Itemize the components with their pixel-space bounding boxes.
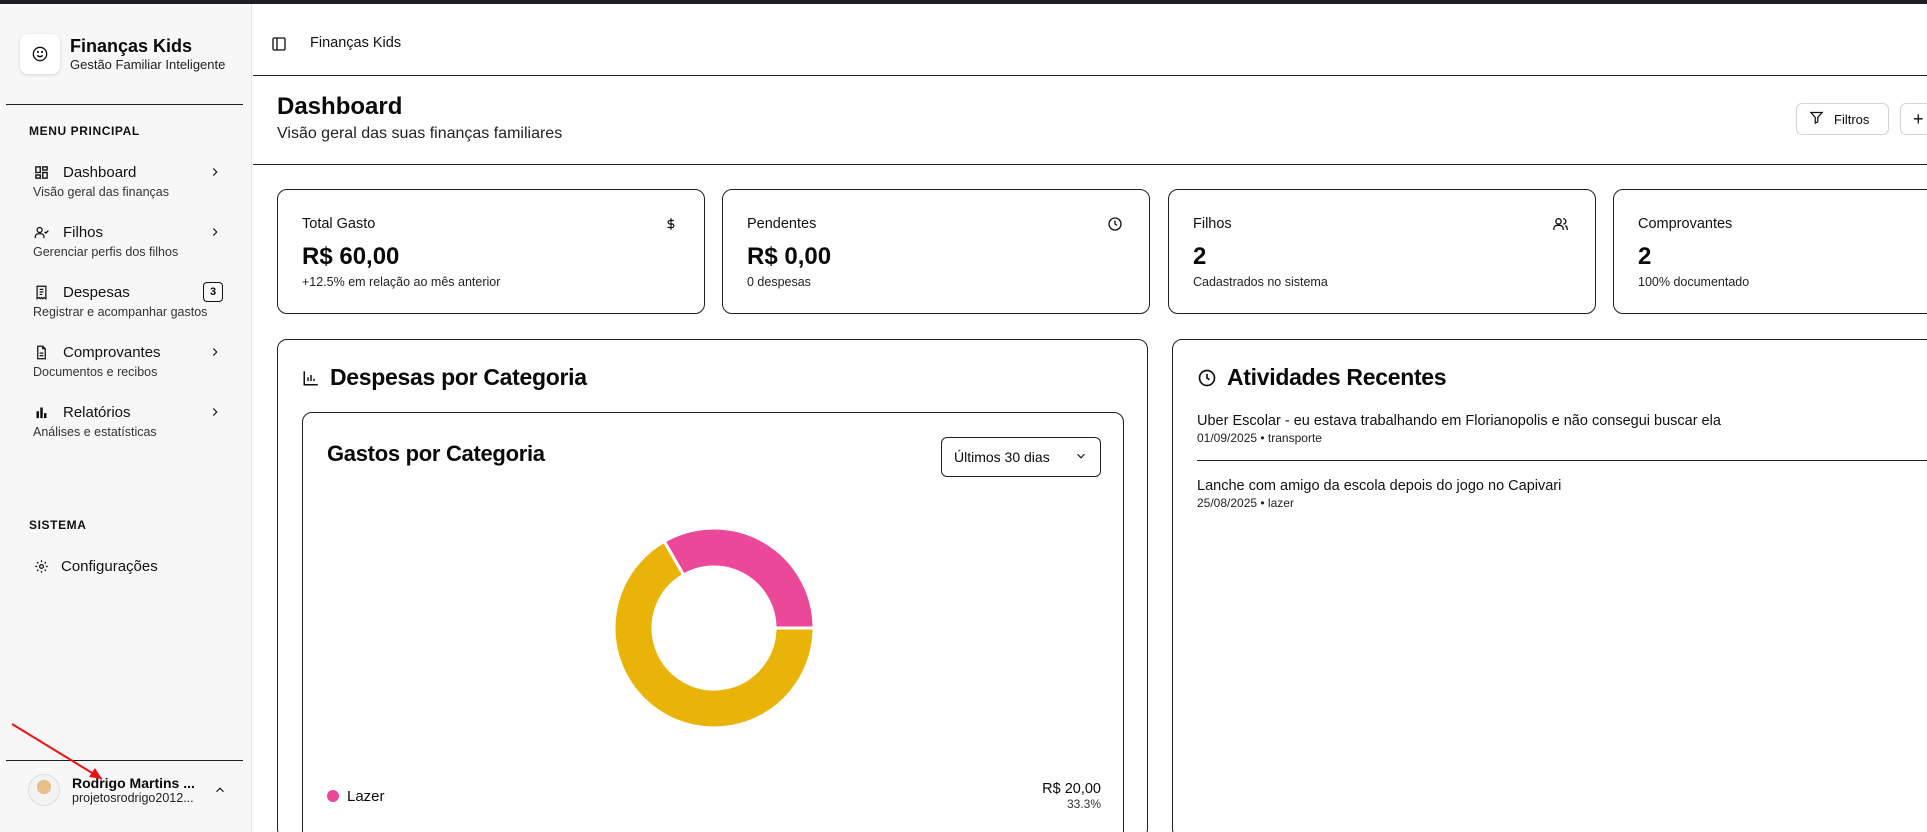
panel-title: Atividades Recentes	[1197, 364, 1447, 391]
dollar-icon	[664, 216, 678, 237]
activities-panel: Atividades Recentes Uber Escolar - eu es…	[1172, 339, 1927, 832]
legend-item: Lazer R$ 20,00 33.3%	[327, 781, 1101, 811]
stat-note: Cadastrados no sistema	[1193, 275, 1328, 289]
sidebar-item-label: Comprovantes	[63, 343, 161, 361]
user-name: Rodrigo Martins ...	[72, 775, 195, 791]
bar-chart-icon	[303, 370, 318, 385]
legend-amount: R$ 20,00	[1042, 781, 1101, 797]
legend-percent: 33.3%	[1066, 797, 1101, 811]
page-subtitle: Visão geral das suas finanças familiares	[277, 125, 563, 142]
top-header: Finanças Kids	[253, 4, 1927, 76]
chevron-right-icon	[207, 164, 223, 180]
filters-button[interactable]: Filtros	[1796, 103, 1889, 135]
page-title: Dashboard	[277, 93, 403, 120]
brand-title: Finanças Kids	[70, 36, 193, 56]
stat-card-filhos: Filhos 2 Cadastrados no sistema	[1168, 189, 1596, 314]
sidebar-item-label: Despesas	[63, 283, 130, 301]
section-label-system: SISTEMA	[29, 518, 87, 532]
donut-slice-lazer[interactable]	[662, 526, 816, 630]
user-email: projetosrodrigo2012...	[72, 791, 194, 805]
filters-button-label: Filtros	[1834, 111, 1870, 127]
users-icon	[1552, 216, 1569, 237]
count-badge: 3	[203, 282, 223, 302]
header-title: Finanças Kids	[310, 35, 402, 51]
activity-meta: 01/09/2025 • transporte	[1197, 431, 1322, 445]
chevron-down-icon	[1074, 449, 1088, 466]
stat-note: 0 despesas	[747, 275, 811, 289]
page-header: Dashboard Visão geral das suas finanças …	[253, 77, 1927, 165]
chevron-right-icon	[207, 344, 223, 360]
stat-note: +12.5% em relação ao mês anterior	[302, 275, 501, 289]
categories-panel: Despesas por Categoria Gastos por Catego…	[277, 339, 1148, 832]
sidebar: Finanças Kids Gestão Familiar Inteligent…	[0, 4, 252, 832]
stat-card-comprovantes: Comprovantes 2 100% documentado	[1613, 189, 1927, 314]
receipt-icon	[33, 284, 49, 300]
sidebar-toggle-icon[interactable]	[271, 36, 287, 57]
sidebar-item-desc: Análises e estatísticas	[33, 425, 157, 439]
activity-item[interactable]: Uber Escolar - eu estava trabalhando em …	[1197, 413, 1927, 445]
sidebar-item-label: Relatórios	[63, 403, 131, 421]
sidebar-item-comprovantes[interactable]: Comprovantes Documentos e recibos	[33, 341, 223, 379]
stat-value: R$ 0,00	[747, 243, 832, 270]
panel-title: Despesas por Categoria	[302, 364, 587, 391]
sidebar-item-desc: Registrar e acompanhar gastos	[33, 305, 208, 319]
sidebar-divider	[6, 104, 243, 105]
dashboard-icon	[33, 164, 49, 180]
activity-item[interactable]: Lanche com amigo da escola depois do jog…	[1197, 478, 1927, 510]
category-chart-card: Gastos por Categoria Últimos 30 dias Laz…	[302, 412, 1124, 832]
sidebar-item-label: Dashboard	[63, 163, 137, 181]
period-select[interactable]: Últimos 30 dias	[941, 437, 1101, 477]
sidebar-item-desc: Documentos e recibos	[33, 365, 158, 379]
panel-title-text: Despesas por Categoria	[330, 364, 587, 390]
users-icon	[33, 224, 49, 240]
sidebar-item-label: Filhos	[63, 223, 104, 241]
period-select-value: Últimos 30 dias	[954, 449, 1050, 465]
user-menu[interactable]: Rodrigo Martins ... projetosrodrigo2012.…	[28, 774, 228, 806]
activity-meta: 25/08/2025 • lazer	[1197, 496, 1294, 510]
stat-card-pendentes: Pendentes R$ 0,00 0 despesas	[722, 189, 1150, 314]
sidebar-item-label: Configurações	[61, 557, 158, 575]
stat-title: Filhos	[1193, 216, 1232, 232]
file-icon	[33, 344, 49, 360]
sidebar-item-desc: Gerenciar perfis dos filhos	[33, 245, 179, 259]
chart-title: Gastos por Categoria	[327, 441, 545, 466]
sidebar-item-relatorios[interactable]: Relatórios Análises e estatísticas	[33, 401, 223, 439]
activity-title: Uber Escolar - eu estava trabalhando em …	[1197, 413, 1721, 429]
sidebar-item-despesas[interactable]: Despesas 3 Registrar e acompanhar gastos	[33, 281, 223, 319]
add-button[interactable]: +	[1900, 103, 1927, 135]
chevron-right-icon	[207, 404, 223, 420]
stat-value: 2	[1193, 243, 1207, 270]
sidebar-divider	[6, 760, 243, 761]
activity-title: Lanche com amigo da escola depois do jog…	[1197, 478, 1562, 494]
filter-icon	[1809, 110, 1824, 128]
stat-value: R$ 60,00	[302, 243, 400, 270]
brand[interactable]: Finanças Kids Gestão Familiar Inteligent…	[20, 34, 225, 74]
panel-title-text: Atividades Recentes	[1227, 364, 1447, 390]
stat-value: 2	[1638, 243, 1652, 270]
activity-divider	[1197, 460, 1927, 461]
sidebar-item-configuracoes[interactable]: Configurações	[33, 555, 223, 577]
legend-name: Lazer	[347, 787, 385, 805]
stat-note: 100% documentado	[1638, 275, 1750, 289]
bar-chart-icon	[33, 404, 49, 420]
chevron-right-icon	[207, 224, 223, 240]
sidebar-item-dashboard[interactable]: Dashboard Visão geral das finanças	[33, 161, 223, 199]
clock-icon	[1107, 216, 1123, 237]
chevron-up-icon	[212, 782, 228, 798]
donut-chart	[612, 526, 816, 730]
clock-icon	[1198, 369, 1216, 386]
gear-icon	[33, 558, 49, 574]
stat-title: Pendentes	[747, 216, 817, 232]
stat-card-total: Total Gasto R$ 60,00 +12.5% em relação a…	[277, 189, 705, 314]
brand-subtitle: Gestão Familiar Inteligente	[70, 57, 226, 72]
legend-swatch	[327, 790, 339, 802]
section-label-main: MENU PRINCIPAL	[29, 124, 140, 138]
plus-icon: +	[1913, 108, 1924, 129]
sidebar-item-desc: Visão geral das finanças	[33, 185, 169, 199]
stat-title: Comprovantes	[1638, 216, 1733, 232]
smile-icon	[20, 34, 60, 74]
sidebar-item-filhos[interactable]: Filhos Gerenciar perfis dos filhos	[33, 221, 223, 259]
stat-title: Total Gasto	[302, 216, 376, 232]
avatar	[28, 774, 60, 806]
